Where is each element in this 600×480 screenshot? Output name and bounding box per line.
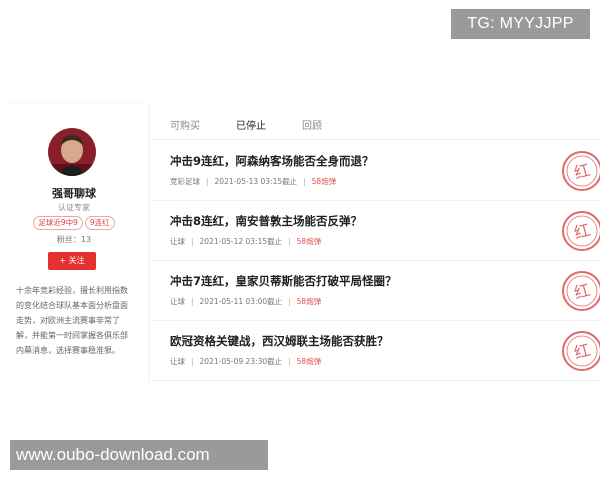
profile-sidebar: 强哥聊球 认证专家 足球近9中9 9连红 粉丝：13 + 关注 十余年竞彩经验，… (0, 103, 148, 383)
follow-button[interactable]: + 关注 (48, 252, 96, 270)
article-meta: 让球 | 2021-05-11 03:00截止 | 58炮弹 (170, 297, 322, 306)
article-deadline: 2021-05-09 23:30截止 (199, 357, 283, 366)
red-stamp-icon: 红 (562, 271, 600, 311)
article-title[interactable]: 冲击8连红，南安普敦主场能否反弹？ (170, 213, 362, 229)
avatar-image (48, 128, 96, 176)
tab-stopped[interactable]: 已停止 (236, 117, 266, 132)
list-item[interactable]: 冲击9连红，阿森纳客场能否全身而退？ 竞彩足球 | 2021-05-13 03:15… (152, 140, 600, 201)
article-deadline: 2021-05-13 03:15截止 (214, 177, 298, 186)
article-category: 让球 (170, 357, 185, 366)
article-category: 让球 (170, 237, 185, 246)
watermark-bottom: www.oubo-download.com (10, 440, 268, 470)
profile-bio: 十余年竞彩经验，擅长利用指数的变化结合球队基本面分析盘面走势，对欧洲主流赛事非常… (16, 286, 128, 355)
list-item[interactable]: 欧冠资格关键战，西汉姆联主场能否获胜？ 让球 | 2021-05-09 23:30截… (152, 320, 600, 381)
certification-label: 认证专家 (58, 203, 90, 212)
article-category: 竞彩足球 (170, 177, 200, 186)
tag-streak: 9连红 (84, 216, 115, 230)
article-price: 58炮弹 (296, 297, 322, 306)
article-list-panel: 可购买 已停止 回顾 冲击9连红，阿森纳客场能否全身而退？ 竞彩足球 | 2021-… (152, 103, 600, 383)
article-meta: 竞彩足球 | 2021-05-13 03:15截止 | 58炮弹 (170, 177, 337, 186)
list-item[interactable]: 冲击8连红，南安普敦主场能否反弹？ 让球 | 2021-05-12 03:15截止 |… (152, 200, 600, 261)
article-price: 58炮弹 (296, 237, 322, 246)
avatar[interactable] (48, 128, 96, 176)
fans-count: 粉丝：13 (56, 235, 92, 244)
article-title[interactable]: 欧冠资格关键战，西汉姆联主场能否获胜？ (170, 333, 389, 349)
red-stamp-icon: 红 (562, 151, 600, 191)
article-deadline: 2021-05-11 03:00截止 (199, 297, 283, 306)
article-category: 让球 (170, 297, 185, 306)
stamp-text: 红 (572, 220, 592, 242)
tab-bar: 可购买 已停止 回顾 (152, 103, 600, 140)
red-stamp-icon: 红 (562, 211, 600, 251)
watermark-top: TG: MYYJJPP (451, 9, 590, 39)
achievement-tags: 足球近9中9 9连红 (0, 216, 148, 230)
stamp-text: 红 (572, 340, 592, 362)
article-meta: 让球 | 2021-05-09 23:30截止 | 58炮弹 (170, 357, 322, 366)
stamp-text: 红 (572, 280, 592, 302)
tag-record: 足球近9中9 (33, 216, 83, 230)
article-title[interactable]: 冲击7连红，皇家贝蒂斯能否打破平局怪圈？ (170, 273, 397, 289)
tab-review[interactable]: 回顾 (302, 117, 322, 132)
tab-purchasable[interactable]: 可购买 (170, 117, 200, 132)
profile-name: 强哥聊球 (52, 187, 96, 200)
article-deadline: 2021-05-12 03:15截止 (199, 237, 283, 246)
article-price: 58炮弹 (296, 357, 322, 366)
stamp-text: 红 (572, 160, 592, 182)
article-price: 58炮弹 (311, 177, 337, 186)
red-stamp-icon: 红 (562, 331, 600, 371)
article-title[interactable]: 冲击9连红，阿森纳客场能否全身而退？ (170, 153, 374, 169)
list-item[interactable]: 冲击7连红，皇家贝蒂斯能否打破平局怪圈？ 让球 | 2021-05-11 03:00… (152, 260, 600, 321)
article-meta: 让球 | 2021-05-12 03:15截止 | 58炮弹 (170, 237, 322, 246)
